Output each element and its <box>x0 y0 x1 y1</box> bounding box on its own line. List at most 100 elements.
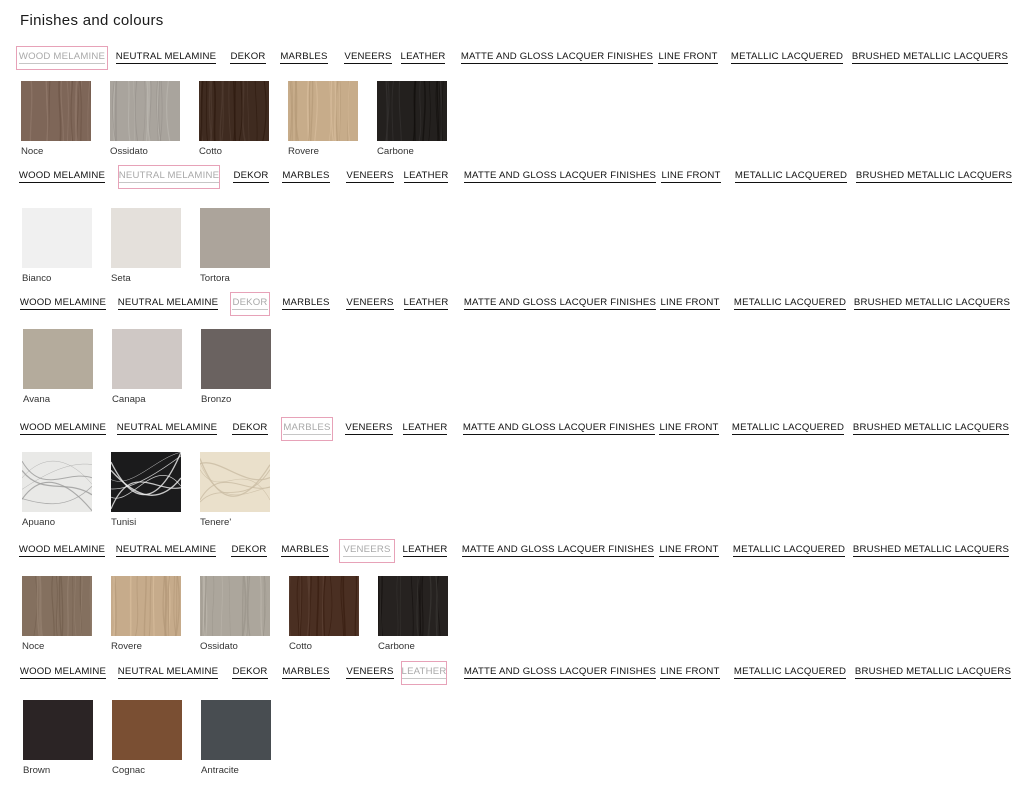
swatch-canapa[interactable]: Canapa <box>112 329 182 405</box>
tab-brushed-metallic-lacquers[interactable]: BRUSHED METALLIC LACQUERS <box>854 661 1012 685</box>
swatch-noce[interactable]: Noce <box>21 81 91 157</box>
swatch-carbone[interactable]: Carbone <box>377 81 447 157</box>
tab-brushed-metallic-lacquers[interactable]: BRUSHED METALLIC LACQUERS <box>855 165 1013 189</box>
tab-metallic-lacquered[interactable]: METALLIC LACQUERED <box>733 292 847 316</box>
tab-veneers[interactable]: VENEERS <box>342 292 398 316</box>
tab-line-front[interactable]: LINE FRONT <box>658 417 720 441</box>
tab-leather[interactable]: LEATHER <box>402 539 448 563</box>
tab-metallic-lacquered[interactable]: METALLIC LACQUERED <box>731 417 845 441</box>
swatch-cotto[interactable]: Cotto <box>199 81 269 157</box>
tab-wood-melamine[interactable]: WOOD MELAMINE <box>16 539 108 563</box>
swatch-bianco[interactable]: Bianco <box>22 208 92 284</box>
tab-matte-and-gloss-lacquer-finishes[interactable]: MATTE AND GLOSS LACQUER FINISHES <box>460 46 654 70</box>
swatch-noce[interactable]: Noce <box>22 576 92 652</box>
swatch-rovere[interactable]: Rovere <box>111 576 181 652</box>
swatch-tortora[interactable]: Tortora <box>200 208 270 284</box>
tab-label: LEATHER <box>403 298 449 311</box>
tab-neutral-melamine[interactable]: NEUTRAL MELAMINE <box>116 417 218 441</box>
swatch-image <box>111 452 181 512</box>
tab-marbles[interactable]: MARBLES <box>278 46 330 70</box>
tab-neutral-melamine[interactable]: NEUTRAL MELAMINE <box>118 165 220 189</box>
swatch-cotto[interactable]: Cotto <box>289 576 359 652</box>
tab-metallic-lacquered[interactable]: METALLIC LACQUERED <box>733 661 847 685</box>
tab-metallic-lacquered[interactable]: METALLIC LACQUERED <box>732 539 846 563</box>
tab-veneers[interactable]: VENEERS <box>341 417 397 441</box>
swatch-bronzo[interactable]: Bronzo <box>201 329 271 405</box>
tab-wood-melamine[interactable]: WOOD MELAMINE <box>17 292 109 316</box>
tab-marbles[interactable]: MARBLES <box>279 539 331 563</box>
tab-dekor[interactable]: DEKOR <box>230 417 270 441</box>
tab-line-front[interactable]: LINE FRONT <box>660 165 722 189</box>
tab-matte-and-gloss-lacquer-finishes[interactable]: MATTE AND GLOSS LACQUER FINISHES <box>463 661 657 685</box>
tab-metallic-lacquered[interactable]: METALLIC LACQUERED <box>730 46 844 70</box>
swatch-tunisi[interactable]: Tunisi <box>111 452 181 528</box>
tab-dekor[interactable]: DEKOR <box>231 165 271 189</box>
swatch-image <box>200 208 270 268</box>
swatch-carbone[interactable]: Carbone <box>378 576 448 652</box>
tab-matte-and-gloss-lacquer-finishes[interactable]: MATTE AND GLOSS LACQUER FINISHES <box>463 165 657 189</box>
tab-matte-and-gloss-lacquer-finishes[interactable]: MATTE AND GLOSS LACQUER FINISHES <box>462 417 656 441</box>
tab-marbles[interactable]: MARBLES <box>280 165 332 189</box>
swatch-ossidato[interactable]: Ossidato <box>200 576 270 652</box>
swatch-name: Avana <box>23 394 51 405</box>
tab-leather[interactable]: LEATHER <box>402 417 448 441</box>
tab-veneers[interactable]: VENEERS <box>339 539 395 563</box>
swatch-brown[interactable]: Brown <box>23 700 93 776</box>
tab-veneers[interactable]: VENEERS <box>342 661 398 685</box>
swatch-image <box>377 81 447 141</box>
tab-dekor[interactable]: DEKOR <box>229 539 269 563</box>
tab-neutral-melamine[interactable]: NEUTRAL MELAMINE <box>115 539 217 563</box>
tab-marbles[interactable]: MARBLES <box>280 292 332 316</box>
tab-label: MARBLES <box>282 171 330 184</box>
tab-label: WOOD MELAMINE <box>18 52 106 65</box>
tab-line-front[interactable]: LINE FRONT <box>658 539 720 563</box>
tab-label: LINE FRONT <box>661 171 721 184</box>
swatch-cognac[interactable]: Cognac <box>112 700 182 776</box>
tab-label: LEATHER <box>403 171 449 184</box>
tab-brushed-metallic-lacquers[interactable]: BRUSHED METALLIC LACQUERS <box>851 46 1009 70</box>
swatch-tenere[interactable]: Tenere' <box>200 452 270 528</box>
tab-label: MARBLES <box>280 52 328 65</box>
tab-label: DEKOR <box>232 298 268 311</box>
swatch-rovere[interactable]: Rovere <box>288 81 358 157</box>
tab-metallic-lacquered[interactable]: METALLIC LACQUERED <box>734 165 848 189</box>
tab-line-front[interactable]: LINE FRONT <box>657 46 719 70</box>
tab-brushed-metallic-lacquers[interactable]: BRUSHED METALLIC LACQUERS <box>852 539 1010 563</box>
tab-wood-melamine[interactable]: WOOD MELAMINE <box>17 661 109 685</box>
tab-veneers[interactable]: VENEERS <box>342 165 398 189</box>
tab-matte-and-gloss-lacquer-finishes[interactable]: MATTE AND GLOSS LACQUER FINISHES <box>461 539 655 563</box>
tab-dekor[interactable]: DEKOR <box>230 292 270 316</box>
tab-label: DEKOR <box>232 667 268 680</box>
tab-marbles[interactable]: MARBLES <box>281 417 333 441</box>
swatch-image <box>201 700 271 760</box>
swatch-apuano[interactable]: Apuano <box>22 452 92 528</box>
tab-veneers[interactable]: VENEERS <box>340 46 396 70</box>
tab-leather[interactable]: LEATHER <box>401 661 447 685</box>
tab-wood-melamine[interactable]: WOOD MELAMINE <box>16 46 108 70</box>
tab-dekor[interactable]: DEKOR <box>228 46 268 70</box>
swatch-seta[interactable]: Seta <box>111 208 181 284</box>
tab-dekor[interactable]: DEKOR <box>230 661 270 685</box>
swatch-antracite[interactable]: Antracite <box>201 700 271 776</box>
tab-brushed-metallic-lacquers[interactable]: BRUSHED METALLIC LACQUERS <box>852 417 1010 441</box>
tab-neutral-melamine[interactable]: NEUTRAL MELAMINE <box>117 292 219 316</box>
tab-label: BRUSHED METALLIC LACQUERS <box>854 667 1012 680</box>
tab-leather[interactable]: LEATHER <box>403 292 449 316</box>
tab-marbles[interactable]: MARBLES <box>280 661 332 685</box>
swatch-name: Seta <box>111 273 131 284</box>
tab-line-front[interactable]: LINE FRONT <box>659 661 721 685</box>
tab-neutral-melamine[interactable]: NEUTRAL MELAMINE <box>115 46 217 70</box>
tab-wood-melamine[interactable]: WOOD MELAMINE <box>16 165 108 189</box>
swatch-avana[interactable]: Avana <box>23 329 93 405</box>
swatch-image <box>21 81 91 141</box>
tab-label: MARBLES <box>283 423 331 436</box>
tab-leather[interactable]: LEATHER <box>403 165 449 189</box>
tab-leather[interactable]: LEATHER <box>400 46 446 70</box>
tab-label: LINE FRONT <box>659 423 719 436</box>
tab-wood-melamine[interactable]: WOOD MELAMINE <box>17 417 109 441</box>
tab-line-front[interactable]: LINE FRONT <box>659 292 721 316</box>
tab-neutral-melamine[interactable]: NEUTRAL MELAMINE <box>117 661 219 685</box>
swatch-ossidato[interactable]: Ossidato <box>110 81 180 157</box>
tab-brushed-metallic-lacquers[interactable]: BRUSHED METALLIC LACQUERS <box>853 292 1011 316</box>
tab-matte-and-gloss-lacquer-finishes[interactable]: MATTE AND GLOSS LACQUER FINISHES <box>463 292 657 316</box>
